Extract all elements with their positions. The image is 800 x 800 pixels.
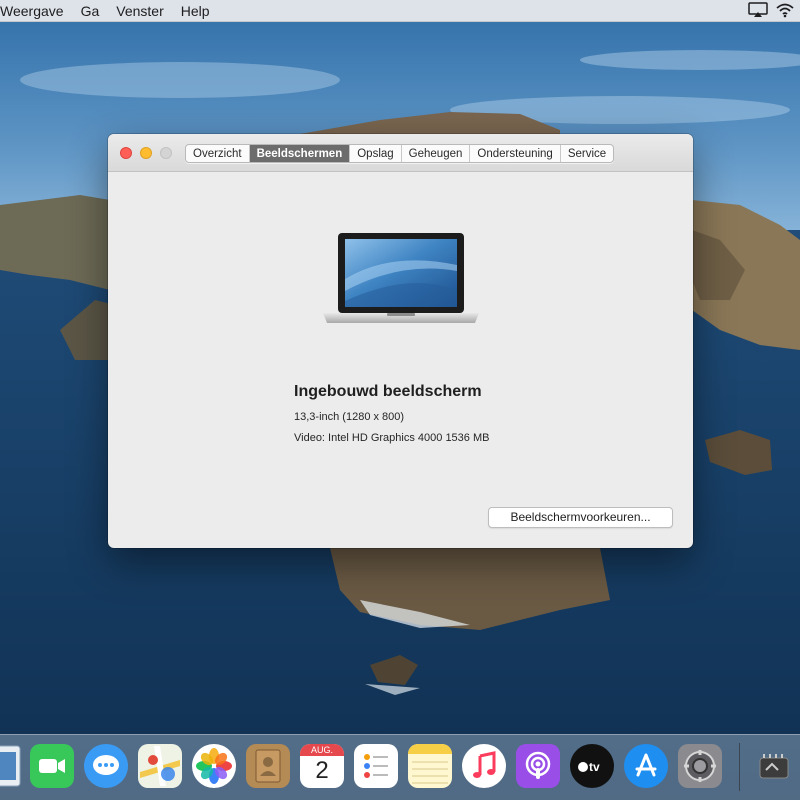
photos-icon[interactable] [192,744,236,788]
system-information-icon[interactable] [752,744,796,788]
menu-help[interactable]: Help [181,3,218,19]
preview-icon[interactable] [0,744,26,788]
display-size: 13,3-inch (1280 x 800) [294,411,405,423]
calendar-icon[interactable]: AUG. 2 [300,744,344,788]
tab-opslag[interactable]: Opslag [350,145,402,162]
airplay-icon[interactable] [748,2,768,21]
notes-icon[interactable] [408,744,452,788]
menu-ga[interactable]: Ga [81,3,108,19]
about-this-mac-window: Overzicht Beeldschermen Opslag Geheugen … [108,134,693,548]
zoom-button[interactable] [160,147,172,159]
messages-icon[interactable] [84,744,128,788]
display-preferences-button[interactable]: Beeldschermvoorkeuren... [488,507,673,528]
maps-icon[interactable] [138,744,182,788]
dock: AUG. 2 tv [0,734,800,800]
svg-text:tv: tv [589,760,600,774]
music-icon[interactable] [462,744,506,788]
display-video: Video: Intel HD Graphics 4000 1536 MB [294,432,490,444]
window-titlebar[interactable]: Overzicht Beeldschermen Opslag Geheugen … [108,134,693,172]
tab-geheugen[interactable]: Geheugen [402,145,471,162]
window-content: Ingebouwd beeldscherm 13,3-inch (1280 x … [108,173,693,548]
tab-service[interactable]: Service [561,145,613,162]
wifi-icon[interactable] [776,2,794,21]
system-preferences-icon[interactable] [678,744,722,788]
reminders-icon[interactable] [354,744,398,788]
app-store-icon[interactable] [624,744,668,788]
tab-beeldschermen[interactable]: Beeldschermen [249,145,351,162]
podcasts-icon[interactable] [516,744,560,788]
calendar-month: AUG. [300,744,344,756]
tab-ondersteuning[interactable]: Ondersteuning [470,145,561,162]
menu-weergave[interactable]: Weergave [0,3,72,19]
calendar-day: 2 [315,757,329,784]
apple-tv-icon[interactable]: tv [570,744,614,788]
laptop-icon [323,233,479,323]
menu-bar: Weergave Ga Venster Help [0,0,800,22]
close-button[interactable] [120,147,132,159]
facetime-icon[interactable] [30,744,74,788]
tab-overzicht[interactable]: Overzicht [186,145,250,162]
menu-bar-status-area [748,2,794,21]
dock-separator [739,743,740,791]
menu-venster[interactable]: Venster [116,3,171,19]
contacts-icon[interactable] [246,744,290,788]
minimize-button[interactable] [140,147,152,159]
tab-bar: Overzicht Beeldschermen Opslag Geheugen … [185,144,615,163]
display-title: Ingebouwd beeldscherm [294,383,482,400]
